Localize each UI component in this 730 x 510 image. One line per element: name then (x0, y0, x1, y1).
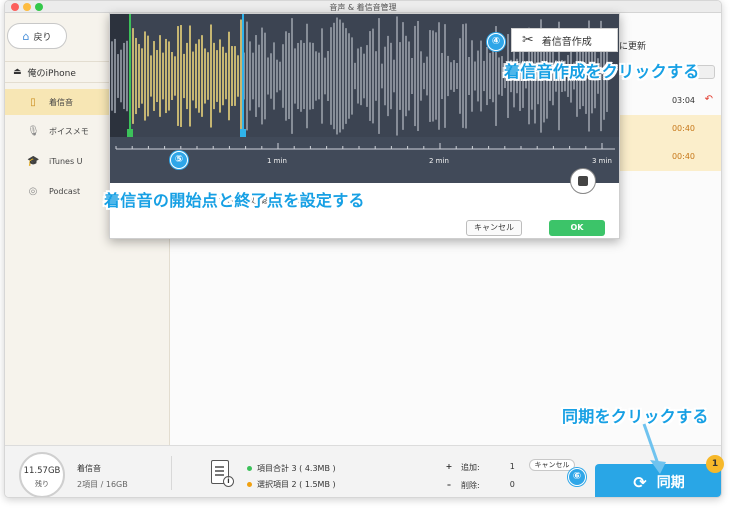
back-button-label: 戻り (33, 32, 52, 43)
category-name: 着信音 (77, 464, 101, 473)
dialog-ok-button[interactable]: OK (549, 220, 605, 236)
make-ringtone-button[interactable]: ✂ 着信音作成 (511, 28, 618, 52)
delete-stat: – 削除: 0 (445, 480, 515, 491)
step-5-marker: ⑤ (170, 151, 188, 169)
plus-icon: + (445, 462, 453, 471)
duration: 00:40 (671, 152, 695, 161)
storage-free-size: 11.57GB (23, 466, 61, 476)
stop-playback-button[interactable] (570, 168, 596, 194)
podcast-icon: ◎ (28, 185, 38, 197)
sidebar-item-label: iTunes U (49, 156, 83, 166)
step-6-callout: 同期をクリックする (562, 407, 709, 426)
delete-label: 削除: (461, 481, 480, 490)
total-items-stat: 項目合計 3 ( 4.3MB ) (247, 463, 336, 474)
home-icon: ⌂ (22, 29, 30, 43)
sidebar-item-label: ボイスメモ (49, 126, 89, 136)
tick-label: 1 min (267, 157, 287, 165)
category-count: 2項目 / 16GB (77, 480, 128, 489)
step-4-marker: ④ (487, 33, 505, 51)
update-button[interactable]: に更新 (619, 39, 646, 52)
graduation-cap-icon: 🎓 (27, 155, 40, 167)
step-6-arrow (642, 423, 666, 474)
sidebar-item-label: 着信音 (49, 97, 73, 107)
back-button[interactable]: ⌂ 戻り (7, 23, 67, 49)
title-bar: 音声 & 着信音管理 (5, 1, 721, 13)
step-4-callout: 着信音作成をクリックする (504, 62, 700, 81)
step-5-callout: 着信音の開始点と終了点を設定する (104, 191, 365, 210)
storage-free-label: 残り (35, 480, 49, 488)
sidebar-item-label: Podcast (49, 186, 81, 196)
make-ringtone-label: 着信音作成 (541, 36, 592, 48)
storage-gauge: 11.57GB 残り (19, 452, 65, 497)
bottom-bar: 11.57GB 残り 着信音 2項目 / 16GB i 項目合計 3 ( 4.3… (5, 445, 721, 497)
status-dot (247, 482, 252, 487)
info-icon: i (223, 476, 234, 487)
sync-count-badge: 1 (706, 455, 724, 473)
add-count: 1 (509, 462, 515, 471)
tick-label: 3 min (592, 157, 612, 165)
end-marker-handle (240, 129, 246, 137)
status-dot (247, 466, 252, 471)
delete-count: 0 (509, 480, 515, 489)
eject-icon: ⏏ (13, 67, 22, 77)
microphone-icon: 🎙 (27, 125, 40, 137)
window-title: 音声 & 着信音管理 (329, 3, 397, 12)
minus-icon: – (447, 480, 451, 489)
scissors-icon: ✂ (522, 32, 534, 48)
duration: 03:04 (671, 96, 695, 105)
device-name: 俺のiPhone (27, 68, 76, 79)
add-label: 追加: (461, 463, 480, 472)
undo-icon[interactable]: ↶ (705, 94, 713, 105)
dialog-cancel-button[interactable]: キャンセル (466, 220, 522, 236)
ringtone-icon: ▯ (30, 96, 36, 108)
start-marker-handle (127, 129, 133, 137)
selected-items-label: 選択項目 2 ( 1.5MB ) (257, 480, 336, 489)
divider (171, 456, 172, 490)
add-stat: + 追加: 1 (445, 462, 515, 473)
tick-label: 2 min (429, 157, 449, 165)
cancel-changes-button[interactable]: キャンセル (529, 459, 575, 471)
duration: 00:40 (671, 124, 695, 133)
total-items-label: 項目合計 3 ( 4.3MB ) (257, 464, 336, 473)
selected-items-stat: 選択項目 2 ( 1.5MB ) (247, 479, 336, 490)
step-6-marker: ⑥ (568, 468, 586, 486)
